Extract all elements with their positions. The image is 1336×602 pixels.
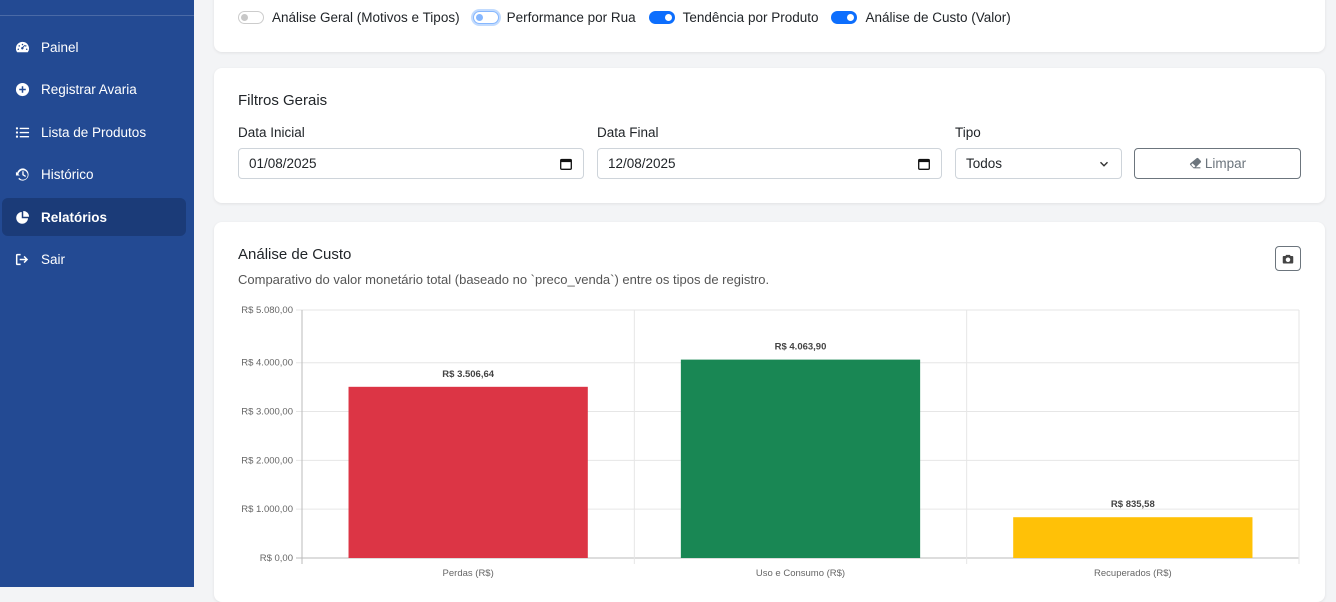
toggle-switch[interactable] <box>831 11 858 24</box>
x-tick-label: Perdas (R$) <box>443 568 494 579</box>
end-date-value: 12/08/2025 <box>608 156 676 171</box>
toggle-label: Performance por Rua <box>506 10 636 25</box>
sidebar-item-relatorios[interactable]: Relatórios <box>2 198 186 236</box>
sidebar-item-lista-de-produtos[interactable]: Lista de Produtos <box>2 113 186 151</box>
sidebar-divider <box>0 15 194 16</box>
toggle-performance-rua[interactable]: Performance por Rua <box>472 10 636 25</box>
type-select[interactable]: Todos <box>955 148 1122 179</box>
clear-filters-label: Limpar <box>1204 156 1247 171</box>
clear-filters-button[interactable]: Limpar <box>1134 148 1301 179</box>
sidebar-item-label: Painel <box>41 39 79 55</box>
cost-analysis-card: Análise de Custo Comparativo do valor mo… <box>214 222 1325 602</box>
y-tick-label: R$ 5.080,00 <box>241 305 293 316</box>
sidebar-item-registrar-avaria[interactable]: Registrar Avaria <box>2 70 186 108</box>
end-date-input[interactable]: 12/08/2025 <box>597 148 942 179</box>
list-icon <box>14 124 30 140</box>
sidebar-item-label: Histórico <box>41 166 94 182</box>
sidebar-item-label: Registrar Avaria <box>41 81 137 97</box>
bar <box>348 386 588 558</box>
type-label: Tipo <box>955 125 981 140</box>
start-date-input[interactable]: 01/08/2025 <box>238 148 584 179</box>
y-tick-label: R$ 2.000,00 <box>241 455 293 466</box>
y-tick-label: R$ 0,00 <box>260 553 293 564</box>
pie-chart-icon <box>14 209 30 225</box>
toggle-analise-custo[interactable]: Análise de Custo (Valor) <box>831 10 1011 25</box>
calendar-icon[interactable] <box>560 158 572 170</box>
toggle-switch[interactable] <box>238 11 264 24</box>
bar <box>680 359 921 558</box>
toggle-label: Tendência por Produto <box>682 10 819 25</box>
sidebar-item-sair[interactable]: Sair <box>2 240 186 278</box>
sidebar-item-historico[interactable]: Histórico <box>2 155 186 193</box>
chevron-down-icon <box>1100 161 1108 167</box>
x-tick-label: Uso e Consumo (R$) <box>756 568 845 579</box>
type-select-value: Todos <box>966 156 1003 171</box>
sidebar-item-label: Lista de Produtos <box>41 124 147 140</box>
toggle-analise-geral[interactable]: Análise Geral (Motivos e Tipos) <box>238 10 460 25</box>
plus-circle-icon <box>14 81 30 97</box>
toggle-tendencia-produto[interactable]: Tendência por Produto <box>648 10 819 25</box>
gauge-icon <box>14 39 30 55</box>
data-label: R$ 3.506,64 <box>442 369 494 380</box>
filters-title: Filtros Gerais <box>238 92 328 109</box>
bar <box>1013 517 1253 558</box>
sidebar: Painel Registrar Avaria Lista de Produto… <box>0 0 194 587</box>
report-toggles-card: Análise Geral (Motivos e Tipos) Performa… <box>214 0 1325 52</box>
data-label: R$ 4.063,90 <box>775 342 827 353</box>
end-date-label: Data Final <box>597 125 659 140</box>
cost-bar-chart: R$ 0,00 R$ 1.000,00 R$ 2.000,00 R$ 3.000,00… <box>241 305 1300 579</box>
start-date-label: Data Inicial <box>238 125 305 140</box>
toggle-switch[interactable] <box>472 11 499 24</box>
eraser-icon <box>1189 157 1201 169</box>
calendar-icon[interactable] <box>918 158 930 170</box>
sidebar-item-label: Sair <box>41 251 66 267</box>
toggle-label: Análise de Custo (Valor) <box>865 10 1011 25</box>
x-tick-label: Recuperados (R$) <box>1094 568 1172 579</box>
y-tick-label: R$ 1.000,00 <box>241 504 293 515</box>
sidebar-item-painel[interactable]: Painel <box>2 28 186 66</box>
start-date-value: 01/08/2025 <box>249 156 317 171</box>
data-label: R$ 835,58 <box>1111 499 1155 510</box>
sidebar-item-label: Relatórios <box>41 209 108 225</box>
y-tick-label: R$ 4.000,00 <box>241 358 293 369</box>
filters-card: Filtros Gerais Data Inicial 01/08/2025 D… <box>214 68 1325 203</box>
y-tick-label: R$ 3.000,00 <box>241 407 293 418</box>
toggle-label: Análise Geral (Motivos e Tipos) <box>272 10 460 25</box>
logout-icon <box>14 251 30 267</box>
history-icon <box>14 166 30 182</box>
toggle-switch[interactable] <box>648 11 675 24</box>
